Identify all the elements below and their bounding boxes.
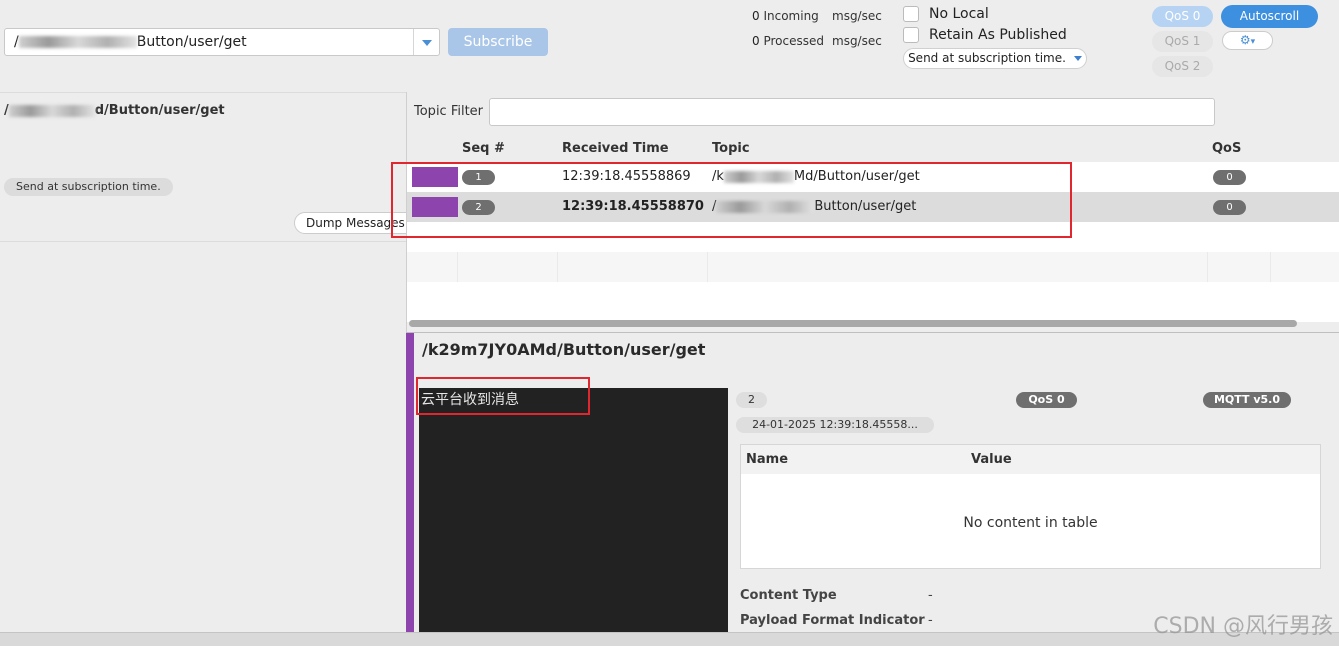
payload-format-value: - <box>928 613 933 628</box>
horizontal-scrollbar[interactable] <box>409 320 1297 327</box>
highlight-box <box>416 377 590 415</box>
status-bar <box>0 632 1339 646</box>
column-divider <box>707 252 708 282</box>
processed-count: 0 <box>752 34 760 48</box>
payload-format-label: Payload Format Indicator <box>740 613 925 628</box>
detail-topic-title: /k29m7JY0AMd/Button/user/get <box>422 340 706 359</box>
autoscroll-button[interactable]: Autoscroll <box>1221 5 1318 28</box>
column-divider <box>1270 252 1271 282</box>
no-local-label: No Local <box>929 6 989 22</box>
qos2-button[interactable]: QoS 2 <box>1152 56 1213 77</box>
retain-handling-value: Send at subscription time. <box>908 51 1066 65</box>
column-header-topic[interactable]: Topic <box>712 141 750 156</box>
incoming-label: Incoming <box>763 9 819 23</box>
column-header-value[interactable]: Value <box>971 452 1012 467</box>
column-divider <box>1207 252 1208 282</box>
incoming-unit: msg/sec <box>832 9 882 23</box>
watermark: CSDN @风行男孩 <box>1153 614 1333 639</box>
retain-as-published-label: Retain As Published <box>929 27 1067 43</box>
content-type-value: - <box>928 588 933 603</box>
seq-badge: 2 <box>736 392 767 408</box>
topic-filter-label: Topic Filter <box>414 104 484 119</box>
subscribe-button[interactable]: Subscribe <box>448 28 548 56</box>
topic-filter-input[interactable] <box>489 98 1215 126</box>
content-type-label: Content Type <box>740 588 837 603</box>
processed-label: Processed <box>763 34 824 48</box>
topic-combobox[interactable]: / Button/user/get <box>4 28 440 56</box>
subscription-topic-suffix: d/Button/user/get <box>94 103 225 118</box>
column-header-name[interactable]: Name <box>746 452 788 467</box>
retain-as-published-checkbox[interactable] <box>903 27 919 43</box>
topic-suffix: Button/user/get <box>136 34 247 50</box>
qos1-button[interactable]: QoS 1 <box>1152 31 1213 52</box>
column-divider <box>457 252 458 282</box>
qos-badge: QoS 0 <box>1016 392 1077 408</box>
incoming-count: 0 <box>752 9 760 23</box>
chevron-down-icon: ▾ <box>1250 37 1256 47</box>
payload-viewer[interactable] <box>419 388 728 633</box>
settings-dropdown[interactable]: ⚙▾ <box>1222 31 1273 50</box>
redacted-text <box>18 36 137 48</box>
processed-unit: msg/sec <box>832 34 882 48</box>
user-properties-table: Name Value No content in table <box>740 444 1321 569</box>
subscription-topic[interactable]: / d/Button/user/get <box>4 103 225 118</box>
topic-combobox-value[interactable]: / Button/user/get <box>14 34 247 50</box>
message-color-bar <box>406 333 414 633</box>
column-header-qos[interactable]: QoS <box>1212 141 1241 156</box>
qos0-button[interactable]: QoS 0 <box>1152 6 1213 27</box>
qos-badge: 0 <box>1213 200 1246 215</box>
divider <box>0 241 406 242</box>
column-divider <box>557 252 558 282</box>
empty-table-message: No content in table <box>963 515 1098 531</box>
chevron-down-icon[interactable] <box>413 29 439 55</box>
highlight-box <box>391 162 1072 238</box>
retain-handling-badge: Send at subscription time. <box>4 178 173 196</box>
processed-stat: 0 Processed <box>752 34 824 48</box>
gear-icon: ⚙ <box>1239 33 1251 47</box>
incoming-stat: 0 Incoming <box>752 9 819 23</box>
subscription-panel: / d/Button/user/get Send at subscription … <box>0 92 424 632</box>
qos-badge: 0 <box>1213 170 1246 185</box>
retain-handling-dropdown[interactable]: Send at subscription time. <box>903 48 1087 69</box>
redacted-text <box>8 104 95 117</box>
column-header-received-time[interactable]: Received Time <box>562 141 669 156</box>
chevron-down-icon <box>1073 56 1082 61</box>
no-local-checkbox[interactable] <box>903 6 919 22</box>
table-row-empty <box>407 252 1339 282</box>
protocol-badge: MQTT v5.0 <box>1203 392 1291 408</box>
properties-header <box>741 445 1320 474</box>
timestamp-badge: 24-01-2025 12:39:18.45558... <box>736 417 934 433</box>
column-header-seq[interactable]: Seq # <box>462 141 505 156</box>
